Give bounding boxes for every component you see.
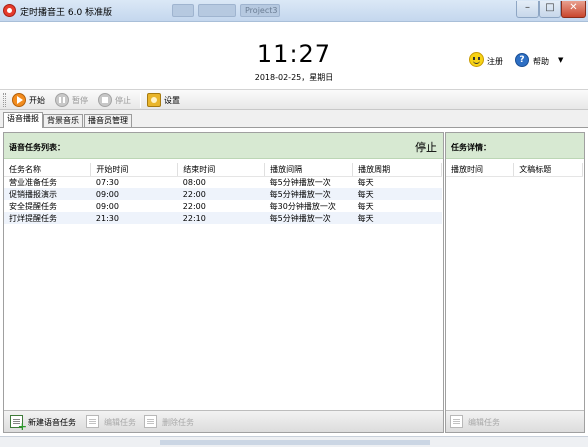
tab-background-music[interactable]: 背景音乐: [43, 114, 83, 128]
toolbar: 开始 暂停 停止 设置: [0, 89, 588, 110]
task-detail-title: 任务详情：: [451, 143, 491, 152]
settings-label: 设置: [164, 96, 180, 105]
task-name-cell: 打烊提醒任务: [4, 212, 91, 224]
task-name-cell: 营业准备任务: [9, 177, 57, 187]
end-time-cell: 22:00: [182, 201, 206, 211]
register-link[interactable]: 注册: [487, 56, 503, 67]
pause-label: 暂停: [72, 96, 88, 105]
end-time-cell: 22:00: [177, 188, 265, 200]
task-name-cell: 安全提醒任务: [9, 201, 57, 211]
task-detail-panel: 任务详情： 播放时间 文稿标题 编辑任务: [445, 132, 585, 433]
edit-detail-label: 编辑任务: [468, 418, 500, 427]
column-header[interactable]: 结束时间: [177, 163, 266, 177]
window-title: 定时播音王 6.0 标准版: [20, 8, 113, 18]
smile-icon[interactable]: [469, 52, 484, 67]
task-list-panel: 语音任务列表： 停止 任务名称 开始时间 结束时间 播放间隔 播放周期 营业准备…: [3, 132, 444, 433]
cycle-cell: 每天: [352, 212, 442, 224]
header: 11:27 2018-02-25，星期日 注册 ? 帮助 ▼: [0, 22, 588, 89]
task-list-header: 语音任务列表： 停止: [4, 133, 443, 159]
taskbar-tab[interactable]: [172, 4, 194, 17]
table-row[interactable]: 安全提醒任务 09:00 22:00 每30分钟播放一次 每天: [4, 200, 442, 212]
column-header[interactable]: 播放间隔: [264, 163, 354, 177]
column-header[interactable]: 文稿标题: [513, 163, 583, 177]
title-bar: 定时播音王 6.0 标准版 Project3 – □ ✕: [0, 0, 588, 22]
toolbar-separator: [140, 93, 141, 108]
start-label: 开始: [29, 96, 45, 105]
interval-cell: 每5分钟播放一次: [269, 177, 331, 187]
toolbar-grip[interactable]: [3, 93, 6, 107]
settings-icon: [147, 93, 161, 107]
interval-cell: 每5分钟播放一次: [264, 188, 353, 200]
column-header[interactable]: 播放时间: [446, 163, 515, 177]
pause-icon: [55, 93, 69, 107]
edit-task-label: 编辑任务: [104, 418, 136, 427]
taskbar-tab[interactable]: [198, 4, 236, 17]
cycle-cell: 每天: [352, 188, 442, 200]
table-row[interactable]: 促销播报演示 09:00 22:00 每5分钟播放一次 每天: [4, 188, 442, 200]
table-header-row: 播放时间 文稿标题: [446, 163, 583, 177]
end-time-cell: 22:10: [177, 212, 265, 224]
start-time-cell: 21:30: [90, 212, 178, 224]
delete-task-label: 删除任务: [162, 418, 194, 427]
close-button[interactable]: ✕: [561, 1, 586, 18]
end-time-cell: 08:00: [182, 177, 206, 187]
minimize-button[interactable]: –: [516, 1, 539, 18]
cycle-cell: 每天: [357, 201, 374, 211]
chevron-down-icon[interactable]: ▼: [558, 56, 563, 64]
stop-icon: [98, 93, 112, 107]
task-table: 任务名称 开始时间 结束时间 播放间隔 播放周期 营业准备任务 07:30 08…: [4, 163, 442, 224]
task-list-footer: 新建语音任务 编辑任务 删除任务: [4, 410, 443, 433]
add-task-icon: [10, 415, 27, 433]
table-row[interactable]: 营业准备任务 07:30 08:00 每5分钟播放一次 每天: [4, 176, 442, 188]
taskbar-tab[interactable]: Project3: [240, 4, 280, 17]
app-logo-icon: [3, 4, 16, 17]
tab-announcer-management[interactable]: 播音员管理: [84, 114, 132, 128]
column-header[interactable]: 播放周期: [352, 163, 442, 177]
play-icon: [12, 93, 26, 107]
cycle-cell: 每天: [357, 177, 374, 187]
status-label: 停止: [415, 141, 437, 154]
column-header[interactable]: 任务名称: [4, 163, 92, 177]
task-detail-footer: 编辑任务: [446, 410, 584, 432]
new-task-label: 新建语音任务: [28, 418, 76, 427]
task-list-title: 语音任务列表：: [9, 143, 65, 152]
status-bar: [0, 436, 588, 447]
edit-task-icon: [86, 415, 99, 428]
help-icon[interactable]: ?: [515, 53, 529, 67]
delete-task-icon: [144, 415, 157, 428]
interval-cell: 每5分钟播放一次: [264, 212, 353, 224]
start-time-cell: 07:30: [95, 177, 119, 187]
tab-strip: 语音播报 背景音乐 播音员管理: [0, 112, 588, 128]
table-header-row: 任务名称 开始时间 结束时间 播放间隔 播放周期: [4, 163, 442, 177]
maximize-button[interactable]: □: [539, 1, 561, 18]
task-detail-header: 任务详情：: [446, 133, 584, 159]
help-link[interactable]: 帮助: [533, 56, 549, 67]
tab-voice-broadcast[interactable]: 语音播报: [3, 112, 43, 128]
stop-label: 停止: [115, 96, 131, 105]
interval-cell: 每30分钟播放一次: [269, 201, 336, 211]
table-row[interactable]: 打烊提醒任务 21:30 22:10 每5分钟播放一次 每天: [4, 212, 442, 224]
edit-detail-icon: [450, 415, 463, 428]
detail-table: 播放时间 文稿标题: [446, 163, 583, 177]
date-display: 2018-02-25，星期日: [254, 73, 334, 82]
start-time-cell: 09:00: [90, 188, 178, 200]
column-header[interactable]: 开始时间: [90, 163, 179, 177]
status-bar-blur: [160, 440, 430, 445]
tab-content: 语音任务列表： 停止 任务名称 开始时间 结束时间 播放间隔 播放周期 营业准备…: [0, 127, 588, 436]
start-time-cell: 09:00: [95, 201, 119, 211]
task-name-cell: 促销播报演示: [4, 188, 91, 200]
